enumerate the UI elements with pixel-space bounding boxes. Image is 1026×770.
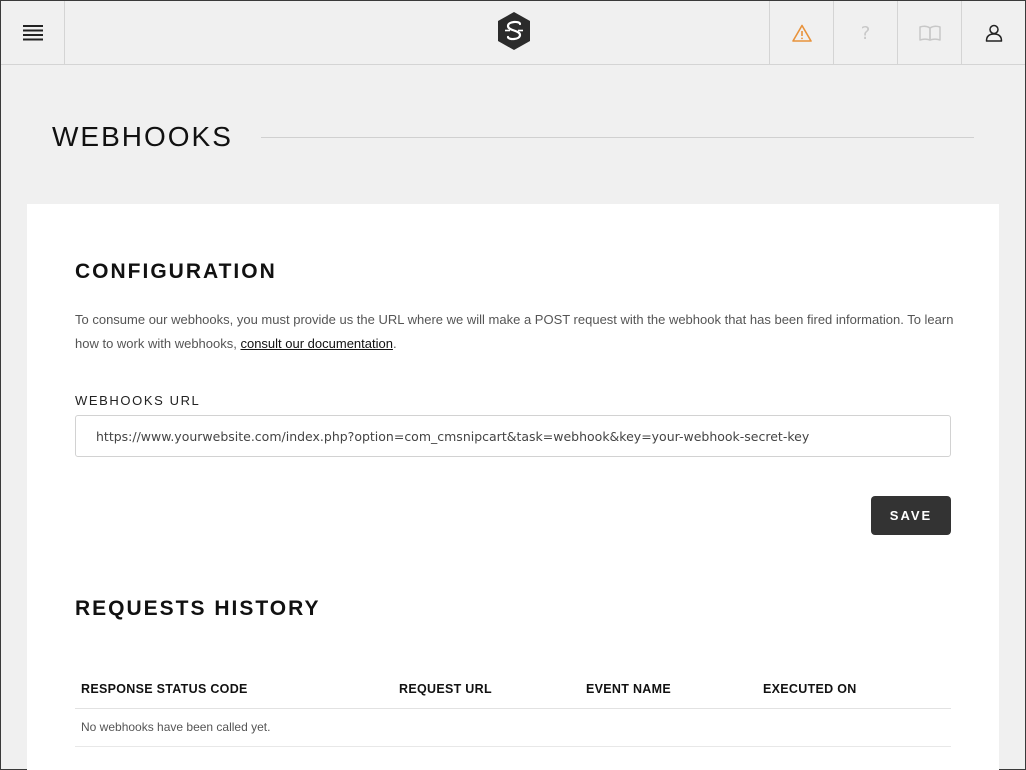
documentation-link[interactable]: consult our documentation bbox=[240, 336, 392, 351]
description-end: . bbox=[392, 336, 397, 351]
webhooks-url-input[interactable] bbox=[75, 415, 951, 457]
warning-button[interactable] bbox=[769, 1, 833, 65]
column-executed-on[interactable]: EXECUTED ON bbox=[757, 670, 951, 709]
account-button[interactable] bbox=[961, 1, 1025, 65]
column-event-name[interactable]: EVENT NAME bbox=[580, 670, 757, 709]
warning-icon bbox=[791, 24, 812, 42]
help-icon: ? bbox=[860, 22, 871, 44]
save-button[interactable]: SAVE bbox=[871, 496, 951, 535]
table-header-row: RESPONSE STATUS CODE REQUEST URL EVENT N… bbox=[75, 670, 951, 709]
docs-button[interactable] bbox=[897, 1, 961, 65]
requests-history-heading: REQUESTS HISTORY bbox=[75, 597, 321, 620]
configuration-description: To consume our webhooks, you must provid… bbox=[75, 308, 955, 356]
user-icon bbox=[985, 24, 1002, 42]
title-divider bbox=[260, 136, 974, 138]
help-button[interactable]: ? bbox=[833, 1, 897, 65]
requests-history-table: RESPONSE STATUS CODE REQUEST URL EVENT N… bbox=[75, 670, 951, 747]
page-header: WEBHOOKS bbox=[52, 117, 974, 157]
table-row: No webhooks have been called yet. bbox=[75, 708, 951, 747]
empty-history-message: No webhooks have been called yet. bbox=[75, 708, 951, 747]
menu-button[interactable] bbox=[1, 1, 65, 65]
column-request-url[interactable]: REQUEST URL bbox=[393, 670, 580, 709]
top-actions: ? bbox=[769, 1, 1025, 65]
column-response-status-code[interactable]: RESPONSE STATUS CODE bbox=[75, 670, 393, 709]
description-text: To consume our webhooks, you must provid… bbox=[75, 312, 954, 351]
book-icon bbox=[918, 25, 941, 41]
webhooks-card: CONFIGURATION To consume our webhooks, y… bbox=[27, 204, 999, 770]
page-title: WEBHOOKS bbox=[52, 121, 233, 152]
snipcart-logo-icon[interactable] bbox=[497, 12, 531, 50]
webhooks-url-label: WEBHOOKS URL bbox=[75, 393, 201, 408]
configuration-heading: CONFIGURATION bbox=[75, 260, 277, 283]
hamburger-menu-icon bbox=[22, 25, 43, 41]
top-bar: ? bbox=[1, 1, 1025, 65]
